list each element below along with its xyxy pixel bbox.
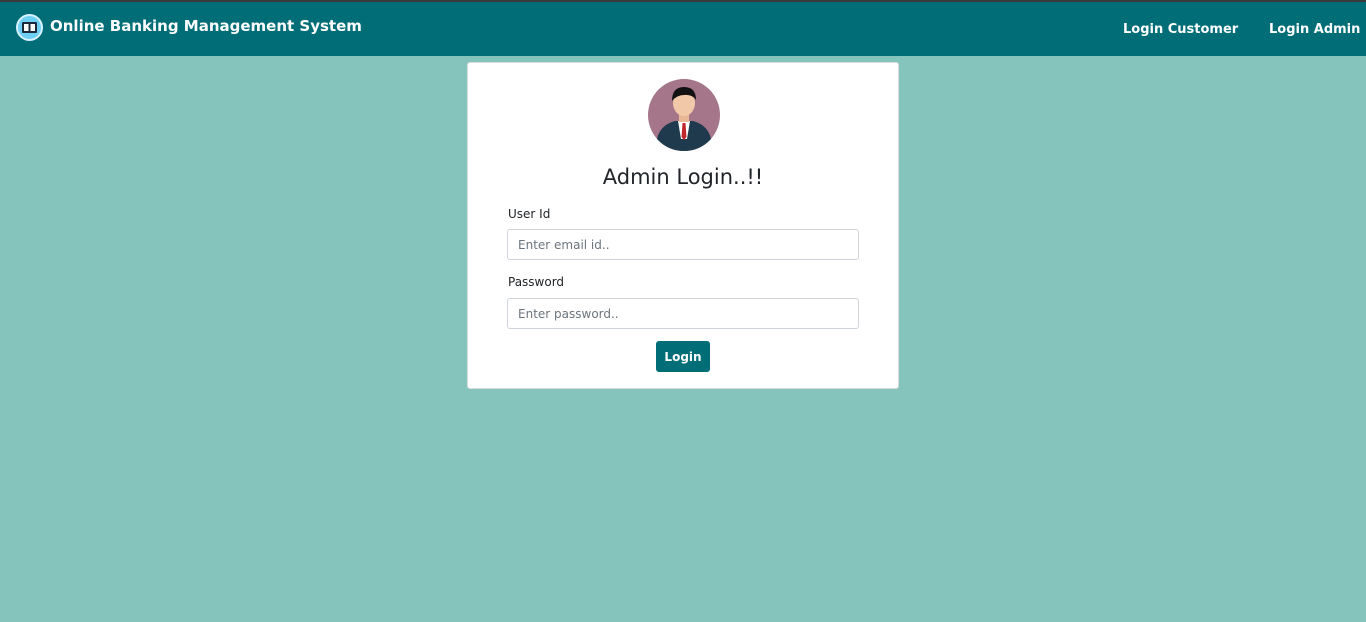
bank-logo-icon (16, 14, 43, 41)
admin-avatar-icon (648, 79, 720, 151)
navbar: Online Banking Management System Login C… (0, 2, 1366, 56)
user-id-label: User Id (508, 207, 551, 221)
brand-title: Online Banking Management System (50, 16, 362, 35)
brand[interactable]: Online Banking Management System (16, 14, 362, 41)
password-label: Password (508, 275, 565, 289)
login-button[interactable]: Login (656, 341, 710, 372)
user-id-input[interactable] (507, 229, 859, 260)
page-title: Admin Login..!! (602, 165, 764, 189)
nav-login-admin[interactable]: Login Admin (1269, 22, 1360, 37)
nav-login-customer[interactable]: Login Customer (1123, 22, 1238, 37)
password-input[interactable] (507, 298, 859, 329)
admin-login-card: Admin Login..!! User Id Password Login (467, 62, 899, 389)
